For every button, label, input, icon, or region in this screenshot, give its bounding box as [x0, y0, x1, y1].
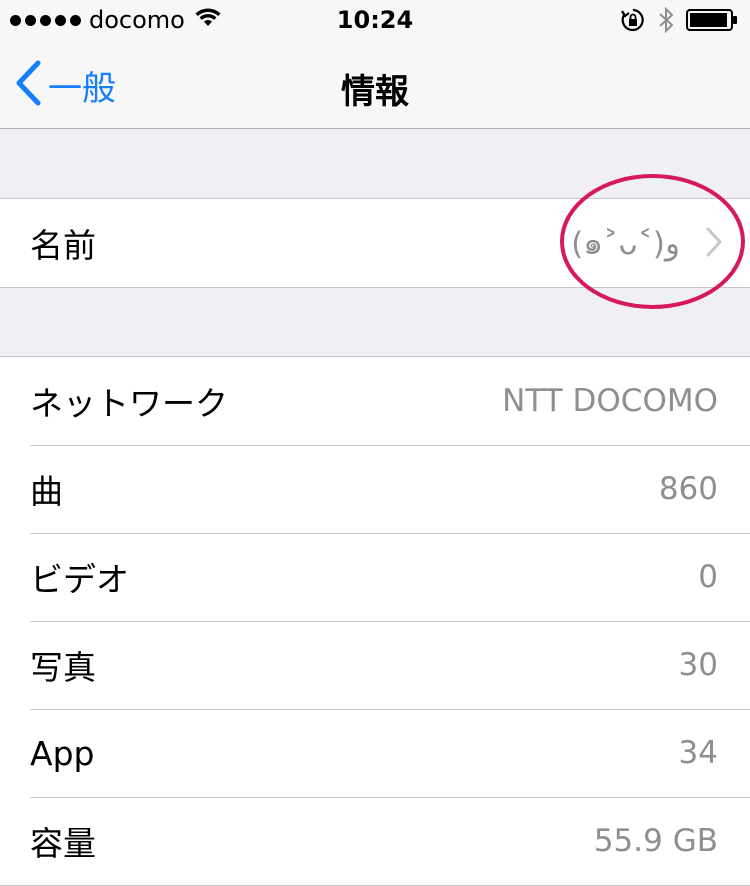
battery-icon [686, 8, 738, 36]
page-title: 情報 [341, 72, 409, 112]
network-value: NTT DOCOMO [502, 383, 718, 419]
photos-label: 写真 [30, 648, 96, 687]
network-row[interactable]: ネットワーク NTT DOCOMO [0, 357, 750, 445]
status-right [620, 6, 738, 38]
status-bar: docomo 10:24 [0, 0, 750, 40]
name-label: 名前 [30, 226, 96, 265]
bluetooth-icon [658, 6, 674, 38]
songs-row[interactable]: 曲 860 [0, 445, 750, 533]
navigation-bar: 一般 情報 [0, 40, 750, 129]
apps-label: App [30, 733, 95, 773]
orientation-lock-icon [620, 7, 646, 37]
videos-row[interactable]: ビデオ 0 [0, 533, 750, 621]
capacity-value: 55.9 GB [593, 823, 718, 859]
name-row[interactable]: 名前 (๑˃ᴗ˂)و [0, 199, 750, 287]
network-label: ネットワーク [30, 384, 228, 423]
videos-value: 0 [698, 559, 718, 595]
capacity-label: 容量 [30, 824, 96, 863]
videos-label: ビデオ [30, 560, 129, 599]
chevron-right-icon [706, 227, 722, 261]
songs-value: 860 [658, 471, 718, 507]
apps-value: 34 [678, 735, 718, 771]
info-group: ネットワーク NTT DOCOMO 曲 860 ビデオ 0 写真 30 App … [0, 356, 750, 886]
photos-value: 30 [678, 647, 718, 683]
name-value: (๑˃ᴗ˂)و [571, 226, 680, 262]
apps-row[interactable]: App 34 [0, 709, 750, 797]
name-group: 名前 (๑˃ᴗ˂)و [0, 198, 750, 288]
photos-row[interactable]: 写真 30 [0, 621, 750, 709]
songs-label: 曲 [30, 472, 63, 511]
capacity-row[interactable]: 容量 55.9 GB [0, 797, 750, 885]
